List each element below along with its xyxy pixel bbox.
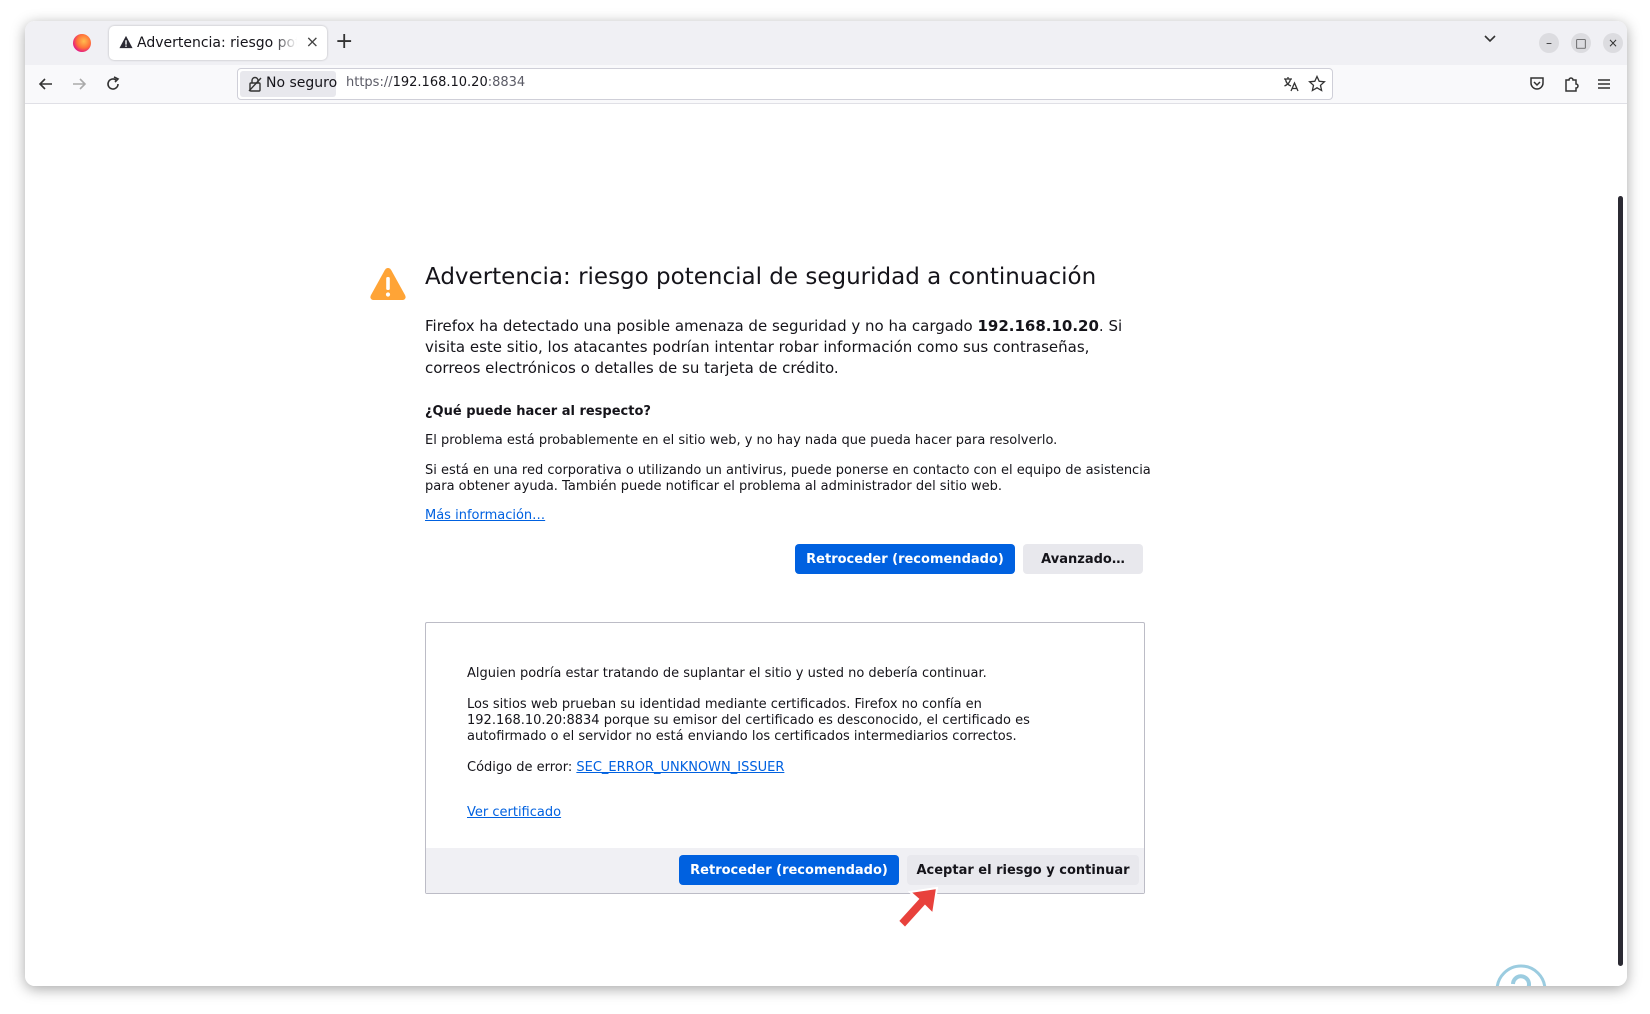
- active-tab[interactable]: Advertencia: riesgo potencial de segurid…: [109, 26, 327, 60]
- spoofing-warning-text: Alguien podría estar tratando de suplant…: [467, 666, 987, 681]
- annotation-arrow-icon: [896, 886, 939, 930]
- certificate-explanation: Los sitios web prueban su identidad medi…: [467, 697, 1030, 744]
- close-window-button[interactable]: ×: [1603, 33, 1623, 53]
- what-can-you-do-heading: ¿Qué puede hacer al respecto?: [425, 404, 651, 419]
- browser-window: Advertencia: riesgo potencial de segurid…: [25, 21, 1627, 986]
- back-arrow-icon[interactable]: [36, 74, 56, 94]
- go-back-button-secondary[interactable]: Retroceder (recomendado): [679, 855, 899, 885]
- navigation-toolbar: No seguro https://192.168.10.20:8834: [25, 65, 1627, 104]
- page-title: Advertencia: riesgo potencial de segurid…: [425, 264, 1097, 290]
- firefox-logo-icon: [73, 34, 91, 52]
- hamburger-menu-icon[interactable]: [1594, 74, 1614, 94]
- learn-more-link[interactable]: Más información…: [425, 508, 545, 523]
- error-description: Firefox ha detectado una posible amenaza…: [425, 317, 1123, 377]
- site-watermark-logo-icon: [1495, 964, 1547, 986]
- go-back-button[interactable]: Retroceder (recomendado): [795, 544, 1015, 574]
- extensions-puzzle-icon[interactable]: [1561, 74, 1581, 94]
- not-secure-label: No seguro: [266, 75, 338, 91]
- identity-box[interactable]: No seguro: [240, 71, 338, 97]
- problem-paragraph: El problema está probablemente en el sit…: [425, 433, 1058, 448]
- translate-icon[interactable]: [1282, 75, 1300, 93]
- new-tab-button[interactable]: +: [335, 29, 353, 54]
- list-all-tabs-icon[interactable]: [1483, 31, 1497, 45]
- insecure-lock-icon: [248, 76, 262, 92]
- url-bar[interactable]: No seguro https://192.168.10.20:8834: [237, 68, 1333, 100]
- warning-icon: [119, 35, 133, 49]
- advanced-panel-footer: Retroceder (recomendado) Aceptar el ries…: [426, 848, 1144, 893]
- scrollbar[interactable]: [1618, 196, 1623, 966]
- minimize-button[interactable]: –: [1539, 33, 1559, 53]
- error-page: Advertencia: riesgo potencial de segurid…: [25, 104, 1627, 986]
- reload-icon[interactable]: [103, 74, 123, 94]
- tab-strip: Advertencia: riesgo potencial de segurid…: [25, 21, 1627, 65]
- view-certificate-link[interactable]: Ver certificado: [467, 805, 561, 820]
- advanced-button[interactable]: Avanzado…: [1023, 544, 1143, 574]
- tab-title: Advertencia: riesgo potencial de segurid…: [137, 35, 297, 51]
- warning-triangle-icon: [370, 268, 406, 300]
- advanced-panel: Alguien podría estar tratando de suplant…: [425, 622, 1145, 894]
- accept-risk-button[interactable]: Aceptar el riesgo y continuar: [907, 855, 1139, 885]
- maximize-button[interactable]: □: [1571, 33, 1591, 53]
- pocket-icon[interactable]: [1527, 74, 1547, 94]
- forward-arrow-icon[interactable]: [69, 74, 89, 94]
- corporate-network-paragraph: Si está en una red corporativa o utiliza…: [425, 463, 1151, 494]
- error-code-line: Código de error: SEC_ERROR_UNKNOWN_ISSUE…: [467, 760, 785, 775]
- url-text[interactable]: https://192.168.10.20:8834: [346, 75, 525, 90]
- close-tab-icon[interactable]: ×: [306, 32, 319, 51]
- bookmark-star-icon[interactable]: [1308, 75, 1326, 93]
- error-code-link[interactable]: SEC_ERROR_UNKNOWN_ISSUER: [576, 760, 784, 775]
